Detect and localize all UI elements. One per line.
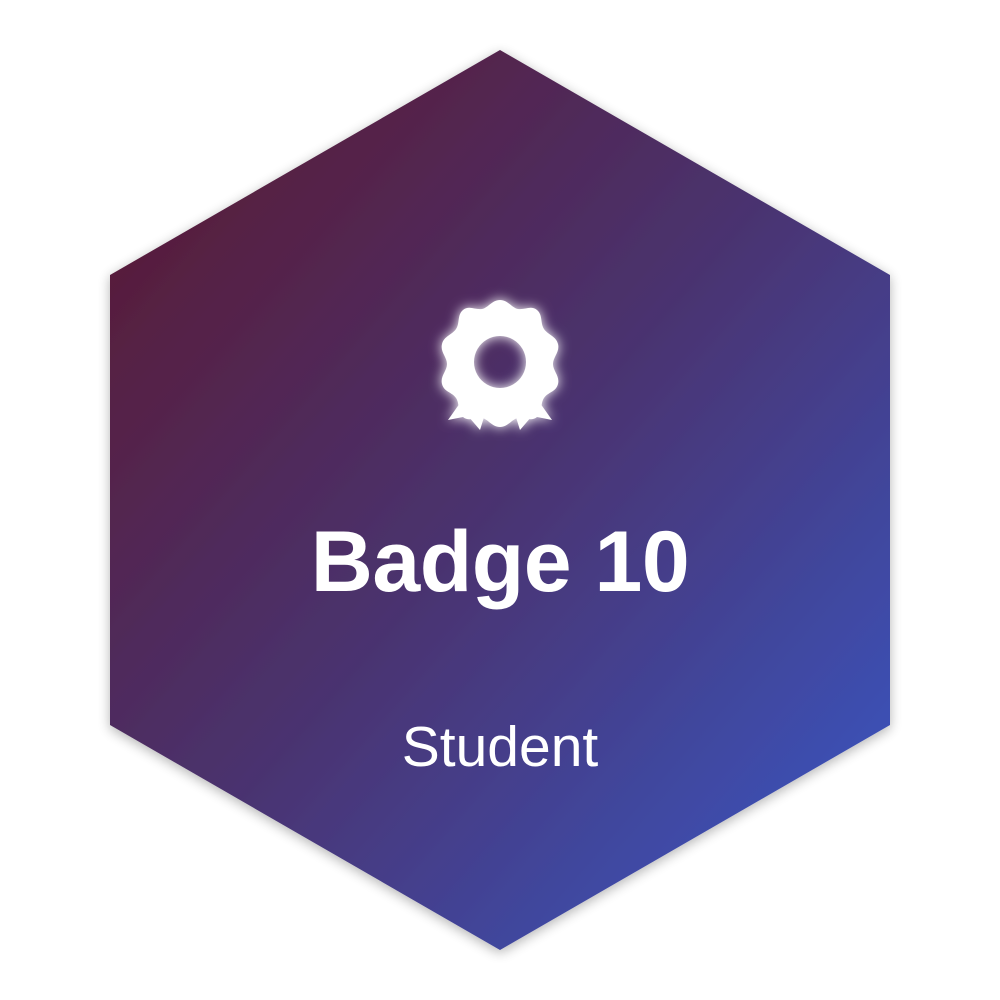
hexagon-badge-shape [110, 50, 890, 950]
badge-role-label: Student [401, 715, 599, 779]
badge-card: Badge 10 Student [0, 0, 1000, 1000]
badge-title: Badge 10 [310, 514, 690, 610]
award-ribbon-icon [430, 288, 570, 458]
